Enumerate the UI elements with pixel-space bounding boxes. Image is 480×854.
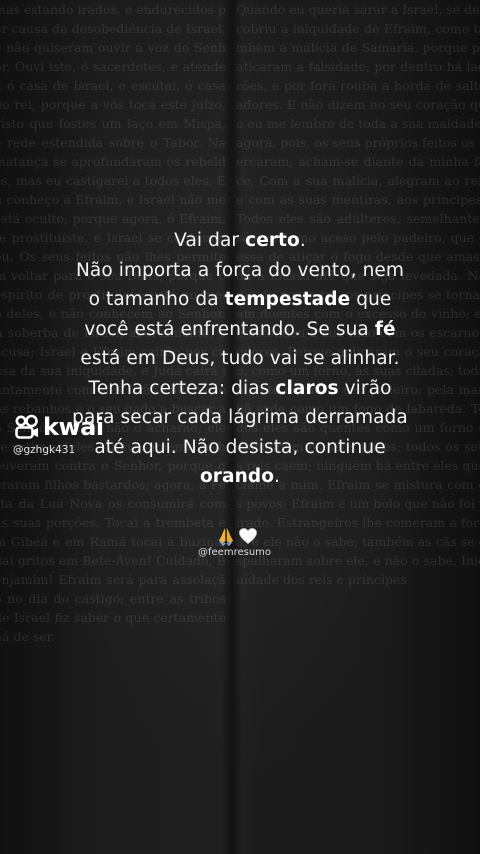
quote-line-1: Vai dar certo. xyxy=(174,230,306,251)
quote-line-2: Não importa a força do vento, nem xyxy=(75,259,405,281)
quote-line-3: o tamanho da tempestade que xyxy=(88,289,392,310)
author-handle: @feemresumo xyxy=(198,547,272,558)
quote-line-6: Tenha certeza: dias claros virão xyxy=(88,377,392,399)
quote-line-4: você está enfrentando. Se sua fé xyxy=(84,318,396,340)
kwai-brand-text: kwai xyxy=(43,413,104,441)
emoji-signature xyxy=(216,526,266,546)
kwai-watermark: kwai xyxy=(14,412,104,442)
kwai-logo-icon xyxy=(15,414,38,439)
quote-line-9: orando. xyxy=(199,466,281,487)
praying-hands-icon xyxy=(219,528,233,546)
quote-line-5: está em Deus, tudo vai se alinhar. xyxy=(80,348,400,369)
quote-text: Vai dar certo. Não importa a força do ve… xyxy=(40,226,440,492)
white-heart-icon xyxy=(239,528,257,545)
kwai-username: @gzhgk431 xyxy=(13,444,76,456)
